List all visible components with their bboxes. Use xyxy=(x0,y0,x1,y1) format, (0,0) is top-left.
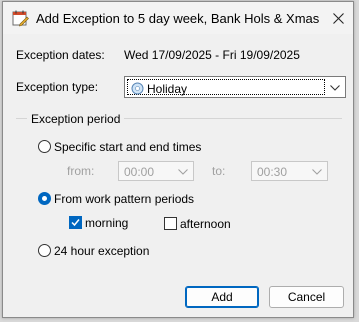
exception-period-title: Exception period xyxy=(27,112,125,126)
hour24-radio[interactable] xyxy=(38,244,51,257)
window-title: Add Exception to 5 day week, Bank Hols &… xyxy=(36,11,320,26)
work-pattern-radio[interactable] xyxy=(38,192,51,205)
add-exception-dialog: Add Exception to 5 day week, Bank Hols &… xyxy=(2,1,354,318)
specific-times-radio[interactable] xyxy=(38,140,51,153)
add-button[interactable]: Add xyxy=(185,286,259,308)
holiday-icon xyxy=(131,82,144,95)
from-time-value: 00:00 xyxy=(124,165,155,179)
exception-type-label: Exception type: xyxy=(16,80,99,94)
calendar-edit-icon xyxy=(12,10,29,27)
morning-checkbox[interactable] xyxy=(69,216,82,229)
checkmark-icon xyxy=(71,219,80,227)
morning-label[interactable]: morning xyxy=(85,216,128,230)
exception-type-select[interactable]: Holiday xyxy=(124,76,346,98)
close-button[interactable] xyxy=(328,8,348,28)
afternoon-checkbox[interactable] xyxy=(164,217,177,230)
chevron-down-icon xyxy=(178,169,188,175)
work-pattern-label[interactable]: From work pattern periods xyxy=(54,192,194,206)
hour24-label[interactable]: 24 hour exception xyxy=(54,244,149,258)
exception-type-focus: Holiday xyxy=(127,79,325,96)
to-time-value: 00:30 xyxy=(257,165,288,179)
afternoon-label[interactable]: afternoon xyxy=(180,217,231,231)
title-bar: Add Exception to 5 day week, Bank Hols &… xyxy=(3,2,353,34)
from-time-select[interactable]: 00:00 xyxy=(118,161,194,181)
to-time-select[interactable]: 00:30 xyxy=(251,161,328,181)
close-icon xyxy=(332,12,344,24)
exception-type-value: Holiday xyxy=(147,82,188,96)
cancel-button[interactable]: Cancel xyxy=(269,286,344,308)
to-label: to: xyxy=(212,164,226,178)
specific-times-label[interactable]: Specific start and end times xyxy=(54,140,201,154)
chevron-down-icon xyxy=(330,85,340,91)
from-label: from: xyxy=(67,164,95,178)
exception-dates-value: Wed 17/09/2025 - Fri 19/09/2025 xyxy=(124,48,300,62)
chevron-down-icon xyxy=(312,169,322,175)
exception-dates-label: Exception dates: xyxy=(16,48,105,62)
